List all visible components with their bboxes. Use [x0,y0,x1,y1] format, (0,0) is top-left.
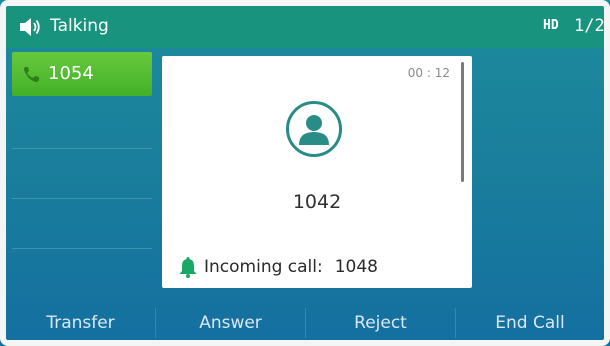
sidebar-divider [12,248,152,249]
callee-number: 1042 [292,191,342,213]
page-indicator: 1/2 [574,16,605,36]
answer-button[interactable]: Answer [156,300,305,346]
sidebar-divider [12,198,152,199]
incoming-call-label: Incoming call: [204,257,323,277]
call-timer: 00 : 12 [407,66,450,80]
reject-button[interactable]: Reject [306,300,455,346]
incoming-call-notice: Incoming call: 1048 [178,256,378,278]
call-status-title: Talking [50,16,109,36]
phone-screen: Talking HD 1/2 1054 00 : 12 1042 Incomin… [0,0,610,346]
handset-icon [24,67,39,82]
call-card: 00 : 12 1042 Incoming call: 1048 [162,56,472,288]
end-call-button[interactable]: End Call [456,300,604,346]
hd-badge: HD [543,18,559,33]
card-scrollbar[interactable] [461,62,464,182]
person-icon [299,115,329,145]
bell-icon [179,257,197,278]
contact-avatar-icon [286,101,342,157]
status-bar: Talking HD 1/2 [6,6,605,48]
incoming-caller-number: 1048 [334,257,378,277]
line-key-number: 1054 [48,63,94,84]
sidebar-divider [12,148,152,149]
softkey-bar: Transfer Answer Reject End Call [6,300,604,346]
speaker-icon [20,18,40,36]
transfer-button[interactable]: Transfer [6,300,155,346]
line-key-1054[interactable]: 1054 [12,52,152,96]
